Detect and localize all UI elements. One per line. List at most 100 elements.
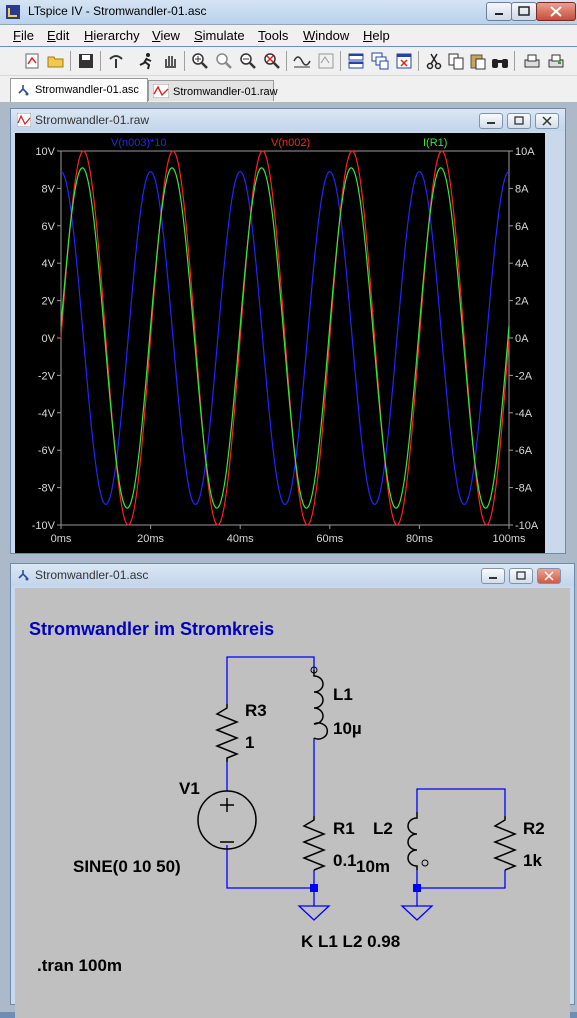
print-icon[interactable] bbox=[546, 51, 566, 71]
menu-view[interactable]: View bbox=[152, 28, 180, 43]
find-icon[interactable] bbox=[490, 51, 510, 71]
restore-icon bbox=[516, 571, 526, 580]
tab-waveform[interactable]: Stromwandler-01.raw bbox=[148, 80, 278, 101]
y-tick-label-right: -2A bbox=[515, 370, 533, 382]
y-tick-label-left: 0V bbox=[42, 333, 56, 345]
y-tick-label-left: 10V bbox=[35, 146, 55, 158]
schematic-icon bbox=[18, 85, 29, 96]
x-tick-label: 40ms bbox=[227, 533, 254, 545]
v1-name: V1 bbox=[179, 779, 200, 798]
y-tick-label-left: 2V bbox=[42, 296, 56, 308]
tile-horizontal-icon[interactable] bbox=[346, 51, 366, 71]
pan-hand-icon[interactable] bbox=[160, 51, 180, 71]
ground-icon bbox=[400, 905, 434, 921]
r2-value: 1k bbox=[523, 851, 542, 870]
resistor-r2[interactable]: R2 1k bbox=[492, 816, 545, 871]
menu-tools[interactable]: Tools bbox=[258, 28, 288, 43]
l1-name: L1 bbox=[333, 685, 353, 704]
zoom-area-icon[interactable] bbox=[214, 51, 234, 71]
y-tick-label-left: 4V bbox=[42, 258, 56, 270]
close-button[interactable] bbox=[536, 2, 576, 21]
l1-value: 10µ bbox=[333, 719, 362, 738]
child-minimize-button[interactable] bbox=[479, 113, 503, 129]
maximize-button[interactable] bbox=[511, 2, 537, 21]
zoom-out-icon[interactable] bbox=[238, 51, 258, 71]
paste-icon[interactable] bbox=[468, 51, 488, 71]
child-close-button[interactable] bbox=[537, 568, 561, 584]
waveform-window-title: Stromwandler-01.raw bbox=[35, 113, 150, 127]
menu-edit[interactable]: Edit bbox=[47, 28, 69, 43]
print-setup-icon[interactable] bbox=[522, 51, 542, 71]
tab-schematic[interactable]: Stromwandler-01.asc bbox=[10, 78, 148, 102]
y-tick-label-right: 6A bbox=[515, 221, 529, 233]
waveform-window-titlebar[interactable]: Stromwandler-01.raw bbox=[11, 109, 565, 131]
r3-value: 1 bbox=[245, 733, 254, 752]
waveform-plot[interactable]: 10V 10A 8V 8A 6V 6A 4V 4A 2V 2A 0V 0A -2V -2A -4V -4A -6… bbox=[15, 133, 545, 553]
schematic-heading: Stromwandler im Stromkreis bbox=[29, 619, 274, 639]
resistor-r3[interactable]: R3 1 bbox=[214, 701, 267, 762]
junction-dot bbox=[310, 884, 318, 892]
plot-settings-icon[interactable] bbox=[316, 51, 336, 71]
menu-hierarchy[interactable]: Hierarchy bbox=[84, 28, 140, 43]
open-file-icon[interactable] bbox=[46, 51, 66, 71]
menu-help[interactable]: Help bbox=[363, 28, 390, 43]
inductor-l2[interactable]: L2 10m bbox=[356, 812, 429, 876]
menu-window[interactable]: Window bbox=[303, 28, 349, 43]
schematic-icon bbox=[18, 570, 29, 581]
minimize-button[interactable] bbox=[486, 2, 512, 21]
close-icon bbox=[544, 571, 554, 581]
y-tick-label-right: -4A bbox=[515, 408, 533, 420]
schematic-window: Stromwandler-01.asc Stromwandler im Stro… bbox=[10, 563, 575, 1018]
title-bar[interactable]: LTspice IV - Stromwandler-01.asc bbox=[0, 0, 577, 25]
zoom-in-icon[interactable] bbox=[190, 51, 210, 71]
y-tick-label-left: 6V bbox=[42, 221, 56, 233]
restore-icon bbox=[514, 116, 524, 125]
open-schematic-icon[interactable] bbox=[22, 51, 42, 71]
waveform-window: Stromwandler-01.raw 10V 10A 8V 8A 6V 6A 4V 4A 2V… bbox=[10, 108, 566, 554]
cut-icon[interactable] bbox=[424, 51, 444, 71]
schematic-window-titlebar[interactable]: Stromwandler-01.asc bbox=[11, 564, 574, 586]
x-tick-label: 60ms bbox=[316, 533, 343, 545]
y-tick-label-left: -10V bbox=[32, 520, 56, 532]
zoom-fit-icon[interactable] bbox=[262, 51, 282, 71]
ltspice-logo-icon bbox=[6, 5, 20, 19]
menu-bar: File Edit Hierarchy View Simulate Tools … bbox=[0, 25, 577, 46]
y-tick-label-right: -10A bbox=[515, 520, 539, 532]
inductor-l1[interactable]: L1 10µ bbox=[310, 666, 362, 740]
y-tick-label-left: 8V bbox=[42, 183, 56, 195]
autorange-icon[interactable] bbox=[292, 51, 312, 71]
legend-label: V(n002) bbox=[271, 137, 310, 149]
r1-value: 0.1 bbox=[333, 851, 357, 870]
menu-file[interactable]: File bbox=[13, 28, 34, 43]
child-close-button[interactable] bbox=[535, 113, 559, 129]
menu-simulate[interactable]: Simulate bbox=[194, 28, 245, 43]
run-icon[interactable] bbox=[136, 51, 156, 71]
copy-icon[interactable] bbox=[446, 51, 466, 71]
schematic-canvas[interactable]: Stromwandler im Stromkreis R3 1 L1 10µ V… bbox=[15, 588, 570, 1018]
close-icon bbox=[550, 6, 562, 17]
save-icon[interactable] bbox=[76, 51, 96, 71]
y-tick-label-right: -8A bbox=[515, 483, 533, 495]
tran-directive: .tran 100m bbox=[37, 956, 122, 975]
resistor-r1[interactable]: R1 0.1 bbox=[301, 816, 357, 871]
minimize-icon bbox=[489, 577, 497, 579]
voltage-source-v1[interactable]: V1 SINE(0 10 50) bbox=[73, 779, 257, 876]
cascade-icon[interactable] bbox=[370, 51, 390, 71]
legend-label: I(R1) bbox=[423, 137, 447, 149]
tab-label: Stromwandler-01.raw bbox=[173, 86, 278, 98]
y-tick-label-right: 8A bbox=[515, 183, 529, 195]
y-tick-label-right: 4A bbox=[515, 258, 529, 270]
x-tick-label: 0ms bbox=[51, 533, 72, 545]
waveform-icon bbox=[17, 113, 31, 127]
child-restore-button[interactable] bbox=[507, 113, 531, 129]
child-minimize-button[interactable] bbox=[481, 568, 505, 584]
x-tick-label: 100ms bbox=[492, 533, 526, 545]
toolbar bbox=[0, 47, 577, 76]
legend-label: V(n003)*10 bbox=[111, 137, 167, 149]
document-tabs: Stromwandler-01.asc Stromwandler-01.raw bbox=[0, 76, 577, 102]
child-restore-button[interactable] bbox=[509, 568, 533, 584]
control-panel-icon[interactable] bbox=[106, 51, 126, 71]
r3-name: R3 bbox=[245, 701, 267, 720]
close-icon bbox=[542, 116, 552, 126]
close-windows-icon[interactable] bbox=[394, 51, 414, 71]
